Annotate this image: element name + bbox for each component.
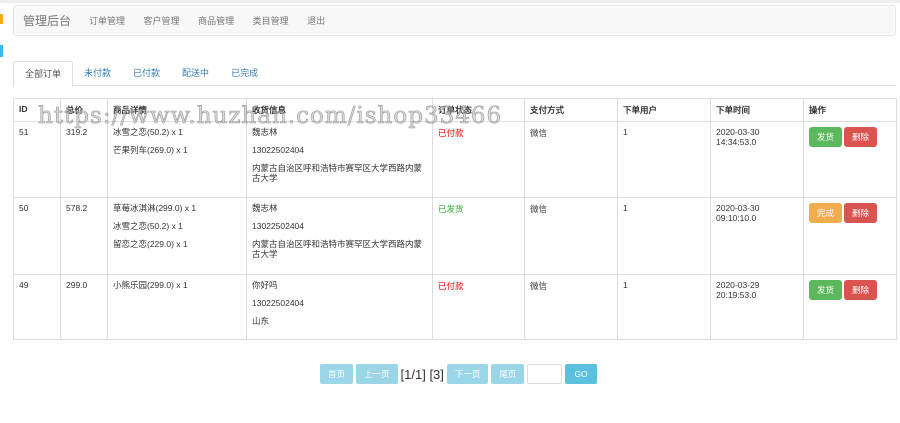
recipient-name: 你好吗 (252, 280, 278, 290)
delete-button[interactable]: 删除 (844, 127, 878, 147)
product-details: 草莓冰淇淋(299.0) x 1 冰雪之恋(50.2) x 1 留恋之恋(229.0… (107, 197, 247, 275)
order-total: 578.2 (60, 197, 108, 275)
order-clock: 20:19:53.0 (716, 290, 757, 300)
shipping-info: 魏志林 13022502404 内蒙古自治区呼和浩特市赛罕区大学西路内蒙古大学 (246, 121, 433, 198)
column-header: 操作 (803, 98, 897, 122)
delete-button[interactable]: 删除 (844, 203, 878, 223)
order-user: 1 (617, 121, 711, 198)
actions: 完成 删除 (803, 197, 897, 275)
brand[interactable]: 管理后台 (23, 12, 71, 29)
tab-unpaid[interactable]: 未付款 (73, 61, 122, 85)
order-total: 319.2 (60, 121, 108, 198)
next-page-button[interactable]: 下一页 (446, 364, 489, 384)
delete-button[interactable]: 删除 (844, 280, 878, 300)
order-status: 已付款 (432, 121, 525, 198)
product-line: 芒果列车(269.0) x 1 (113, 145, 188, 155)
recipient-address: 山东 (252, 316, 270, 326)
recipient-phone: 13022502404 (252, 145, 305, 155)
recipient-name: 魏志林 (252, 127, 278, 137)
table-row: 51 319.2 冰雪之恋(50.2) x 1 芒果列车(269.0) x 1 魏… (13, 121, 897, 198)
side-decoration (0, 45, 3, 57)
table-row: 50 578.2 草莓冰淇淋(299.0) x 1 冰雪之恋(50.2) x 1 留… (13, 197, 897, 275)
nav-logout[interactable]: 退出 (307, 16, 325, 26)
order-id: 50 (13, 197, 61, 275)
recipient-name: 魏志林 (252, 203, 278, 213)
actions: 发货 删除 (803, 121, 897, 198)
column-header: 收货信息 (246, 98, 433, 122)
shipping-info: 你好吗 13022502404 山东 (246, 274, 433, 340)
order-user: 1 (617, 274, 711, 340)
complete-button[interactable]: 完成 (809, 203, 843, 223)
payment-method: 微信 (524, 121, 618, 198)
go-button[interactable]: GO (565, 364, 597, 384)
ship-button[interactable]: 发货 (809, 127, 843, 147)
page-info: [1/1] [3] (400, 366, 444, 382)
product-line: 小熊乐园(299.0) x 1 (113, 280, 188, 290)
table-row: 49 299.0 小熊乐园(299.0) x 1 你好吗 13022502404 山… (13, 274, 897, 340)
order-time: 2020-03-29 20:19:53.0 (710, 274, 804, 340)
navbar: 管理后台 订单管理 客户管理 商品管理 类目管理 退出 (13, 5, 896, 36)
order-id: 51 (13, 121, 61, 198)
order-id: 49 (13, 274, 61, 340)
product-line: 冰雪之恋(50.2) x 1 (113, 221, 183, 231)
payment-method: 微信 (524, 274, 618, 340)
orders-table: ID 总价 商品详情 收货信息 订单状态 支付方式 下单用户 下单时间 操作 51 319.2 … (13, 98, 897, 340)
order-total: 299.0 (60, 274, 108, 340)
order-tabs: 全部订单 未付款 已付款 配送中 已完成 (13, 61, 896, 87)
page-number-input[interactable] (527, 364, 563, 384)
order-time: 2020-03-30 14:34:53.0 (710, 121, 804, 198)
product-line: 留恋之恋(229.0) x 1 (113, 239, 188, 249)
recipient-phone: 13022502404 (252, 221, 305, 231)
recipient-address: 内蒙古自治区呼和浩特市赛罕区大学西路内蒙古大学 (252, 239, 423, 259)
order-status: 已付款 (432, 274, 525, 340)
order-clock: 14:34:53.0 (716, 137, 757, 147)
product-details: 小熊乐园(299.0) x 1 (107, 274, 247, 340)
nav-customers[interactable]: 客户管理 (144, 16, 180, 26)
nav-categories[interactable]: 类目管理 (253, 16, 289, 26)
order-date: 2020-03-30 (716, 203, 760, 213)
first-page-button[interactable]: 首页 (320, 364, 354, 384)
order-date: 2020-03-30 (716, 127, 760, 137)
side-decoration (0, 14, 3, 24)
nav-products[interactable]: 商品管理 (198, 16, 234, 26)
tab-completed[interactable]: 已完成 (220, 61, 269, 85)
recipient-phone: 13022502404 (252, 298, 305, 308)
product-details: 冰雪之恋(50.2) x 1 芒果列车(269.0) x 1 (107, 121, 247, 198)
tab-shipping[interactable]: 配送中 (171, 61, 220, 85)
column-header: 支付方式 (524, 98, 618, 122)
tab-paid[interactable]: 已付款 (122, 61, 171, 85)
pagination: 首页 上一页 [1/1] [3] 下一页 尾页 GO (320, 364, 597, 384)
payment-method: 微信 (524, 197, 618, 275)
order-date: 2020-03-29 (716, 280, 760, 290)
ship-button[interactable]: 发货 (809, 280, 843, 300)
last-page-button[interactable]: 尾页 (491, 364, 525, 384)
product-line: 草莓冰淇淋(299.0) x 1 (113, 203, 197, 213)
shipping-info: 魏志林 13022502404 内蒙古自治区呼和浩特市赛罕区大学西路内蒙古大学 (246, 197, 433, 275)
column-header: 商品详情 (107, 98, 247, 122)
tab-all[interactable]: 全部订单 (13, 61, 74, 87)
product-line: 冰雪之恋(50.2) x 1 (113, 127, 183, 137)
column-header: 下单用户 (617, 98, 711, 122)
nav-orders[interactable]: 订单管理 (89, 16, 125, 26)
browser-bookmarks-strip (0, 0, 900, 3)
order-user: 1 (617, 197, 711, 275)
order-clock: 09:10:10.0 (716, 213, 757, 223)
column-header: 总价 (60, 98, 108, 122)
column-header: 下单时间 (710, 98, 804, 122)
column-header: ID (13, 98, 61, 122)
actions: 发货 删除 (803, 274, 897, 340)
column-header: 订单状态 (432, 98, 525, 122)
prev-page-button[interactable]: 上一页 (356, 364, 398, 384)
recipient-address: 内蒙古自治区呼和浩特市赛罕区大学西路内蒙古大学 (252, 163, 423, 183)
order-time: 2020-03-30 09:10:10.0 (710, 197, 804, 275)
order-status: 已发货 (432, 197, 525, 275)
